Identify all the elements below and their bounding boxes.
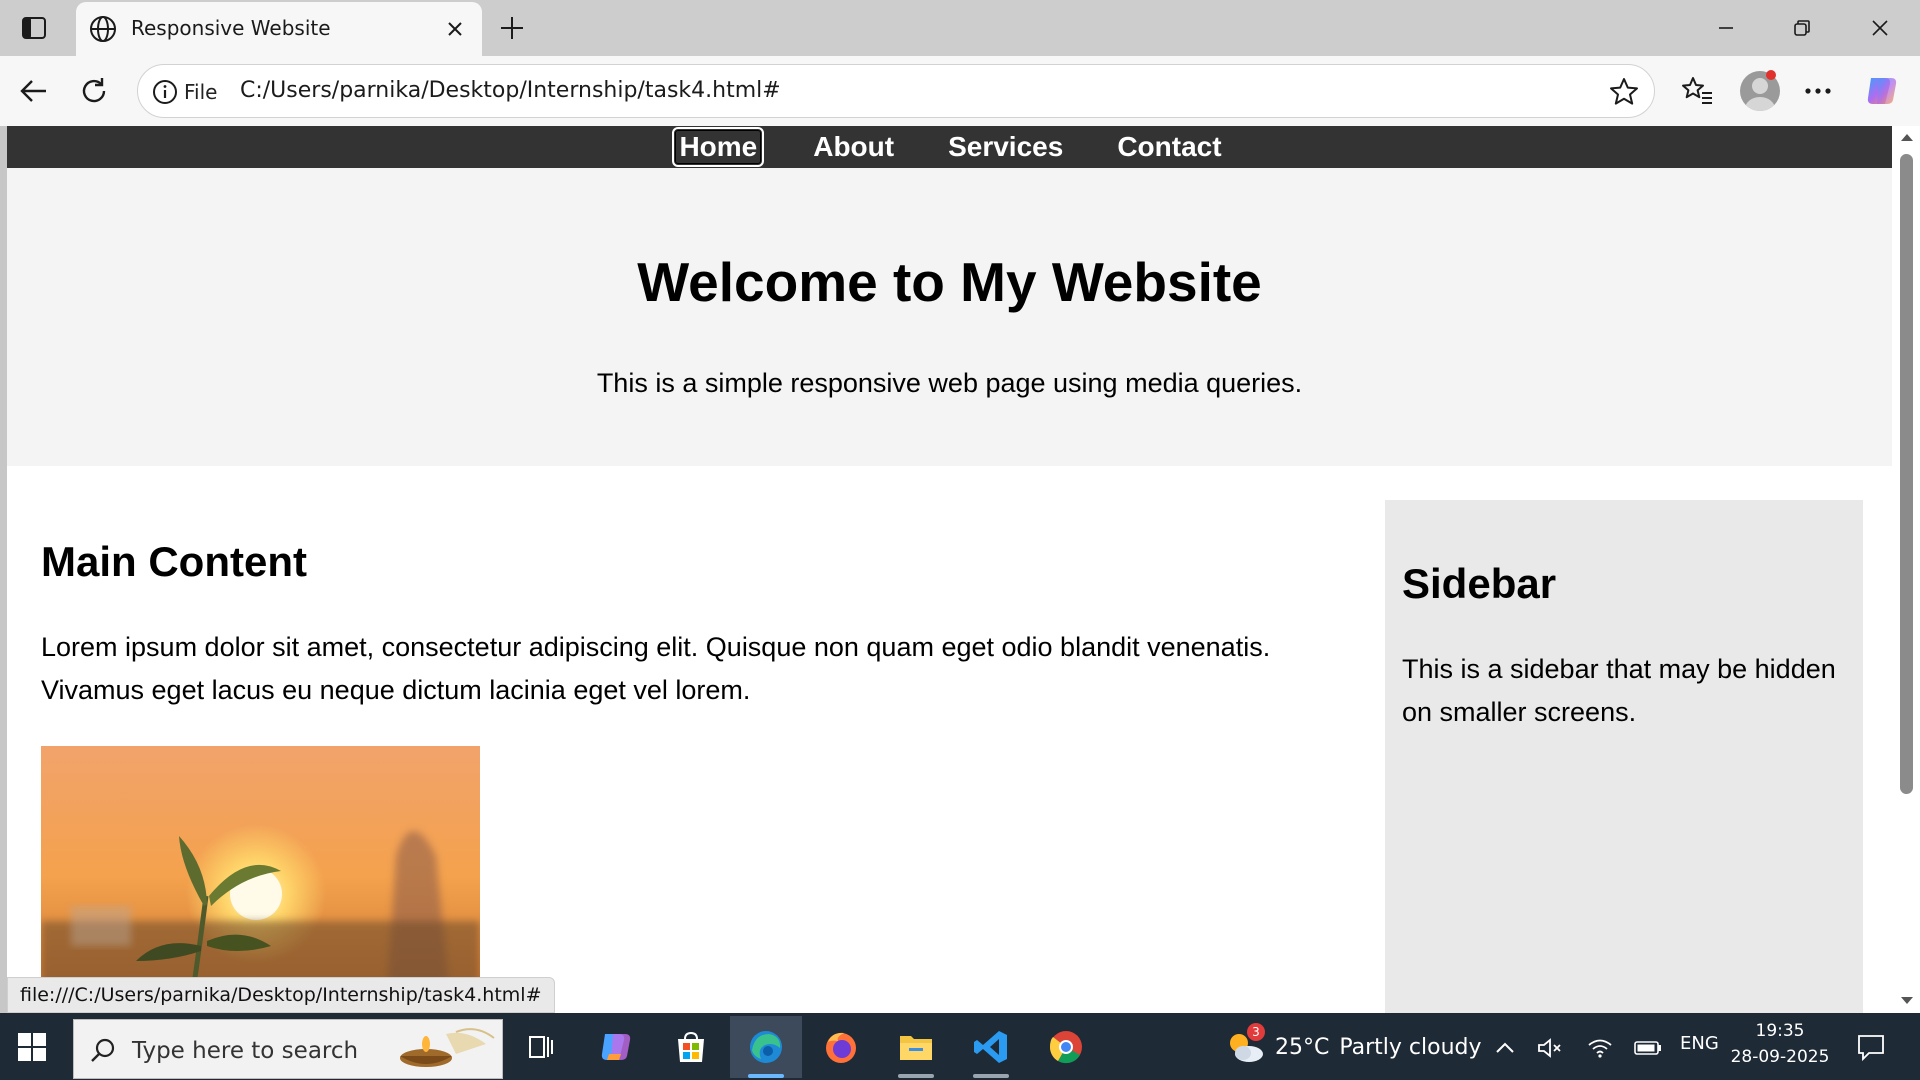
status-link-preview: file:///C:/Users/parnika/Desktop/Interns…	[7, 977, 555, 1013]
restore-icon[interactable]	[1772, 10, 1832, 46]
active-app-indicator	[748, 1074, 784, 1078]
windows-start-icon[interactable]	[14, 1029, 54, 1069]
tab-bar: Responsive Website	[0, 0, 1920, 56]
more-options-icon[interactable]	[1798, 71, 1838, 111]
address-bar[interactable]: File C:/Users/parnika/Desktop/Internship…	[137, 64, 1655, 118]
site-info-icon[interactable]	[151, 78, 179, 106]
system-clock[interactable]: 19:35 28-09-2025	[1720, 1018, 1840, 1070]
clock-time: 19:35	[1755, 1021, 1805, 1041]
edge-browser-icon[interactable]	[730, 1016, 802, 1078]
chrome-icon[interactable]	[1030, 1016, 1102, 1078]
nav-link-contact[interactable]: Contact	[1112, 129, 1226, 165]
hero-title: Welcome to My Website	[637, 251, 1262, 313]
sidebar-paragraph: This is a sidebar that may be hidden on …	[1402, 654, 1836, 727]
weather-alert-badge: 3	[1247, 1023, 1265, 1041]
scroll-down-icon[interactable]	[1900, 996, 1914, 1006]
scrollbar-thumb[interactable]	[1900, 154, 1913, 794]
refresh-icon[interactable]	[74, 71, 114, 111]
input-language[interactable]: ENG	[1680, 1033, 1719, 1054]
notification-dot	[1766, 70, 1776, 80]
open-app-indicator	[898, 1074, 934, 1078]
battery-icon[interactable]	[1633, 1033, 1663, 1063]
tab-actions-icon[interactable]	[14, 12, 54, 44]
weather-widget[interactable]: 3 25°C Partly cloudy	[1225, 1023, 1482, 1071]
page-scrollbar[interactable]	[1892, 126, 1920, 1013]
task-view-icon[interactable]	[505, 1016, 577, 1078]
clock-date: 28-09-2025	[1730, 1047, 1830, 1067]
weather-temperature: 25°C	[1275, 1034, 1330, 1060]
nav-link-services[interactable]: Services	[943, 129, 1068, 165]
notification-center-icon[interactable]	[1855, 1031, 1887, 1063]
wifi-icon[interactable]	[1585, 1033, 1615, 1063]
vscode-icon[interactable]	[955, 1016, 1027, 1078]
scheme-label: File	[184, 80, 218, 104]
volume-muted-icon[interactable]	[1535, 1033, 1565, 1063]
diya-lamp-icon	[386, 1024, 496, 1076]
search-icon	[88, 1036, 118, 1066]
copilot-icon[interactable]	[1862, 71, 1902, 111]
tab-title: Responsive Website	[131, 16, 331, 40]
page-viewport: Home About Services Contact Welcome to M…	[7, 126, 1892, 1013]
minimize-icon[interactable]	[1696, 10, 1756, 46]
main-heading: Main Content	[41, 538, 307, 585]
microsoft-store-icon[interactable]	[655, 1016, 727, 1078]
sunset-plant-image	[41, 746, 480, 1006]
back-icon[interactable]	[14, 71, 54, 111]
sidebar-heading: Sidebar	[1402, 560, 1557, 607]
open-app-indicator-2	[973, 1074, 1009, 1078]
new-tab-icon[interactable]	[496, 12, 528, 44]
windows-taskbar: Type here to search 3 25°C Partly cloudy	[0, 1013, 1920, 1080]
copilot-taskbar-icon[interactable]	[580, 1016, 652, 1078]
browser-toolbar: File C:/Users/parnika/Desktop/Internship…	[0, 56, 1920, 126]
favorite-star-icon[interactable]	[1608, 76, 1640, 108]
main-paragraph: Lorem ipsum dolor sit amet, consectetur …	[41, 632, 1271, 705]
hero-section: Welcome to My Website This is a simple r…	[7, 168, 1892, 466]
close-window-icon[interactable]	[1850, 10, 1910, 46]
site-nav: Home About Services Contact	[7, 126, 1892, 168]
globe-icon	[88, 14, 118, 44]
nav-link-about[interactable]: About	[808, 129, 899, 165]
hero-subtitle: This is a simple responsive web page usi…	[596, 368, 1303, 398]
close-tab-icon[interactable]	[442, 16, 468, 42]
browser-tab-active[interactable]: Responsive Website	[76, 2, 482, 56]
weather-description: Partly cloudy	[1339, 1034, 1482, 1060]
address-url[interactable]: C:/Users/parnika/Desktop/Internship/task…	[240, 78, 781, 103]
show-hidden-icons-chevron-icon[interactable]	[1490, 1033, 1520, 1063]
main-content: Main Content Lorem ipsum dolor sit amet,…	[41, 496, 1351, 1006]
search-placeholder: Type here to search	[132, 1038, 359, 1064]
file-explorer-icon[interactable]	[880, 1016, 952, 1078]
sidebar: Sidebar This is a sidebar that may be hi…	[1385, 500, 1863, 1013]
taskbar-search[interactable]: Type here to search	[73, 1019, 503, 1079]
firefox-icon[interactable]	[805, 1016, 877, 1078]
favorites-icon[interactable]	[1677, 71, 1717, 111]
scroll-up-icon[interactable]	[1900, 132, 1914, 142]
nav-link-home[interactable]: Home	[672, 127, 765, 167]
